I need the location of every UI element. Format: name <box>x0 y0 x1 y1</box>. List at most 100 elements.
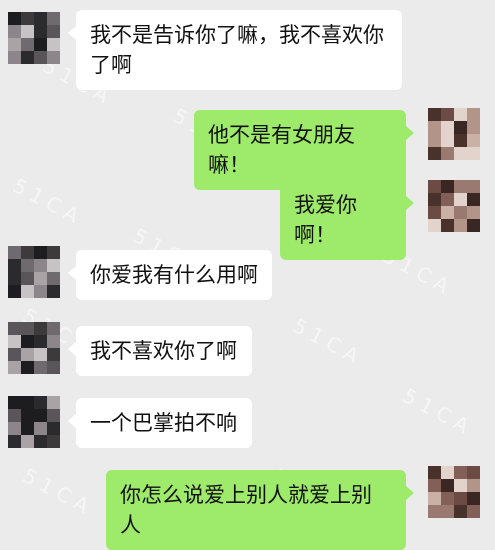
avatar-mosaic-block <box>34 348 47 361</box>
avatar-mosaic-block <box>34 285 47 298</box>
avatar-mosaic-block <box>34 361 47 374</box>
avatar-mosaic-block <box>467 466 480 479</box>
avatar-mosaic-block <box>428 121 441 134</box>
avatar-mosaic-block <box>454 206 467 219</box>
message-bubble[interactable]: 一个巴掌拍不响 <box>68 398 252 448</box>
avatar-mosaic-block <box>21 51 34 64</box>
watermark: 51CA <box>398 383 479 441</box>
avatar-mosaic-block <box>454 219 467 232</box>
avatar-mosaic-block <box>34 435 47 448</box>
avatar-mosaic-block <box>441 147 454 160</box>
avatar-mosaic-block <box>467 180 480 193</box>
avatar-mosaic-block <box>47 272 60 285</box>
avatar-mosaic-block <box>428 180 441 193</box>
avatar-mosaic-block <box>47 348 60 361</box>
avatar-mosaic-block <box>441 193 454 206</box>
avatar-mosaic-block <box>441 206 454 219</box>
avatar-mosaic-block <box>428 466 441 479</box>
avatar-mosaic-block <box>467 492 480 505</box>
avatar-mosaic-block <box>454 108 467 121</box>
avatar-mosaic-block <box>34 246 47 259</box>
message-text: 你怎么说爱上别人就爱上别人 <box>120 483 372 537</box>
avatar-mosaic-block <box>34 25 47 38</box>
avatar-mosaic-block <box>454 180 467 193</box>
avatar-mosaic-block <box>441 219 454 232</box>
avatar-mosaic-block <box>428 505 441 518</box>
avatar-mosaic-block <box>454 193 467 206</box>
message-text: 我不喜欢你了啊 <box>90 339 237 363</box>
avatar-mosaic-block <box>467 193 480 206</box>
avatar-mosaic-block <box>454 134 467 147</box>
avatar-mosaic-block <box>8 51 21 64</box>
message-bubble[interactable]: 我不喜欢你了啊 <box>68 326 252 376</box>
avatar-mosaic-block <box>21 25 34 38</box>
chat-thread: 51CA 51CA 51CA 51CA 51CA 51CA 51CA 51CA … <box>0 0 495 550</box>
avatar-mosaic-block <box>8 12 21 25</box>
avatar-mosaic-block <box>47 246 60 259</box>
user-avatar[interactable] <box>428 180 480 232</box>
avatar-mosaic-block <box>47 435 60 448</box>
avatar-mosaic-block <box>8 396 21 409</box>
message-bubble[interactable]: 你爱我有什么用啊 <box>68 250 272 300</box>
avatar-mosaic-block <box>428 193 441 206</box>
avatar-mosaic-block <box>21 396 34 409</box>
avatar-mosaic-block <box>428 134 441 147</box>
avatar-mosaic-block <box>8 25 21 38</box>
avatar-mosaic-block <box>21 409 34 422</box>
contact-avatar[interactable] <box>8 396 60 448</box>
avatar-mosaic-block <box>47 361 60 374</box>
avatar-mosaic-block <box>34 409 47 422</box>
avatar-mosaic-block <box>8 272 21 285</box>
avatar-mosaic-block <box>441 108 454 121</box>
avatar-mosaic-block <box>454 147 467 160</box>
avatar-mosaic-block <box>21 259 34 272</box>
message-bubble[interactable]: 我爱你啊！ <box>280 180 414 260</box>
message-bubble[interactable]: 你怎么说爱上别人就爱上别人 <box>106 470 414 550</box>
avatar-mosaic-block <box>428 219 441 232</box>
avatar-mosaic-block <box>428 479 441 492</box>
user-avatar[interactable] <box>428 108 480 160</box>
avatar-mosaic-block <box>441 121 454 134</box>
avatar-mosaic-block <box>441 479 454 492</box>
avatar-mosaic-block <box>8 335 21 348</box>
avatar-mosaic-block <box>441 134 454 147</box>
avatar-mosaic-block <box>428 492 441 505</box>
avatar-mosaic-block <box>34 335 47 348</box>
avatar-mosaic-block <box>8 259 21 272</box>
message-text: 他不是有女朋友嘛！ <box>208 123 355 177</box>
avatar-mosaic-block <box>441 180 454 193</box>
avatar-mosaic-block <box>47 409 60 422</box>
avatar-mosaic-block <box>47 25 60 38</box>
avatar-mosaic-block <box>454 492 467 505</box>
avatar-mosaic-block <box>441 466 454 479</box>
avatar-mosaic-block <box>21 272 34 285</box>
contact-avatar[interactable] <box>8 12 60 64</box>
message-bubble[interactable]: 他不是有女朋友嘛！ <box>194 110 414 190</box>
contact-avatar[interactable] <box>8 246 60 298</box>
avatar-mosaic-block <box>454 479 467 492</box>
message-bubble[interactable]: 我不是告诉你了嘛，我不喜欢你了啊 <box>68 10 402 90</box>
avatar-mosaic-block <box>34 272 47 285</box>
avatar-mosaic-block <box>34 322 47 335</box>
watermark: 51CA <box>288 313 369 371</box>
avatar-mosaic-block <box>467 121 480 134</box>
avatar-mosaic-block <box>8 409 21 422</box>
user-avatar[interactable] <box>428 466 480 518</box>
avatar-mosaic-block <box>21 38 34 51</box>
avatar-mosaic-block <box>8 285 21 298</box>
avatar-mosaic-block <box>47 335 60 348</box>
avatar-mosaic-block <box>441 492 454 505</box>
message-text: 一个巴掌拍不响 <box>90 411 237 435</box>
watermark: 51CA <box>8 173 89 231</box>
avatar-mosaic-block <box>21 422 34 435</box>
avatar-mosaic-block <box>34 422 47 435</box>
avatar-mosaic-block <box>21 335 34 348</box>
avatar-mosaic-block <box>34 51 47 64</box>
avatar-mosaic-block <box>467 134 480 147</box>
avatar-mosaic-block <box>467 479 480 492</box>
avatar-mosaic-block <box>8 422 21 435</box>
avatar-mosaic-block <box>21 435 34 448</box>
avatar-mosaic-block <box>467 206 480 219</box>
contact-avatar[interactable] <box>8 322 60 374</box>
avatar-mosaic-block <box>21 322 34 335</box>
